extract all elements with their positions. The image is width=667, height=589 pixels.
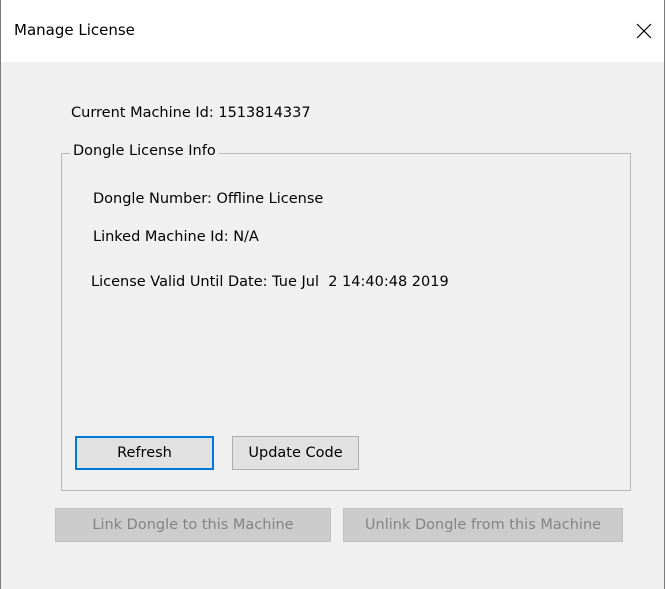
dongle-license-info-group: Dongle License Info Dongle Number: Offli… [61, 143, 631, 491]
dongle-number: Dongle Number: Offline License [93, 191, 324, 207]
unlink-dongle-button[interactable]: Unlink Dongle from this Machine [343, 508, 623, 542]
update-code-button[interactable]: Update Code [232, 436, 359, 470]
refresh-button[interactable]: Refresh [75, 436, 214, 470]
dialog-body: Current Machine Id: 1513814337 Dongle Li… [1, 62, 664, 589]
manage-license-dialog: Manage License Current Machine Id: 15138… [0, 0, 665, 589]
title-bar[interactable]: Manage License [1, 0, 664, 62]
link-dongle-button[interactable]: Link Dongle to this Machine [55, 508, 331, 542]
window-title: Manage License [14, 21, 135, 39]
license-valid-until: License Valid Until Date: Tue Jul 2 14:4… [91, 274, 449, 290]
close-icon [636, 23, 652, 39]
close-button[interactable] [624, 12, 664, 50]
group-legend: Dongle License Info [70, 143, 219, 159]
current-machine-id: Current Machine Id: 1513814337 [71, 105, 311, 121]
linked-machine-id: Linked Machine Id: N/A [93, 229, 259, 245]
